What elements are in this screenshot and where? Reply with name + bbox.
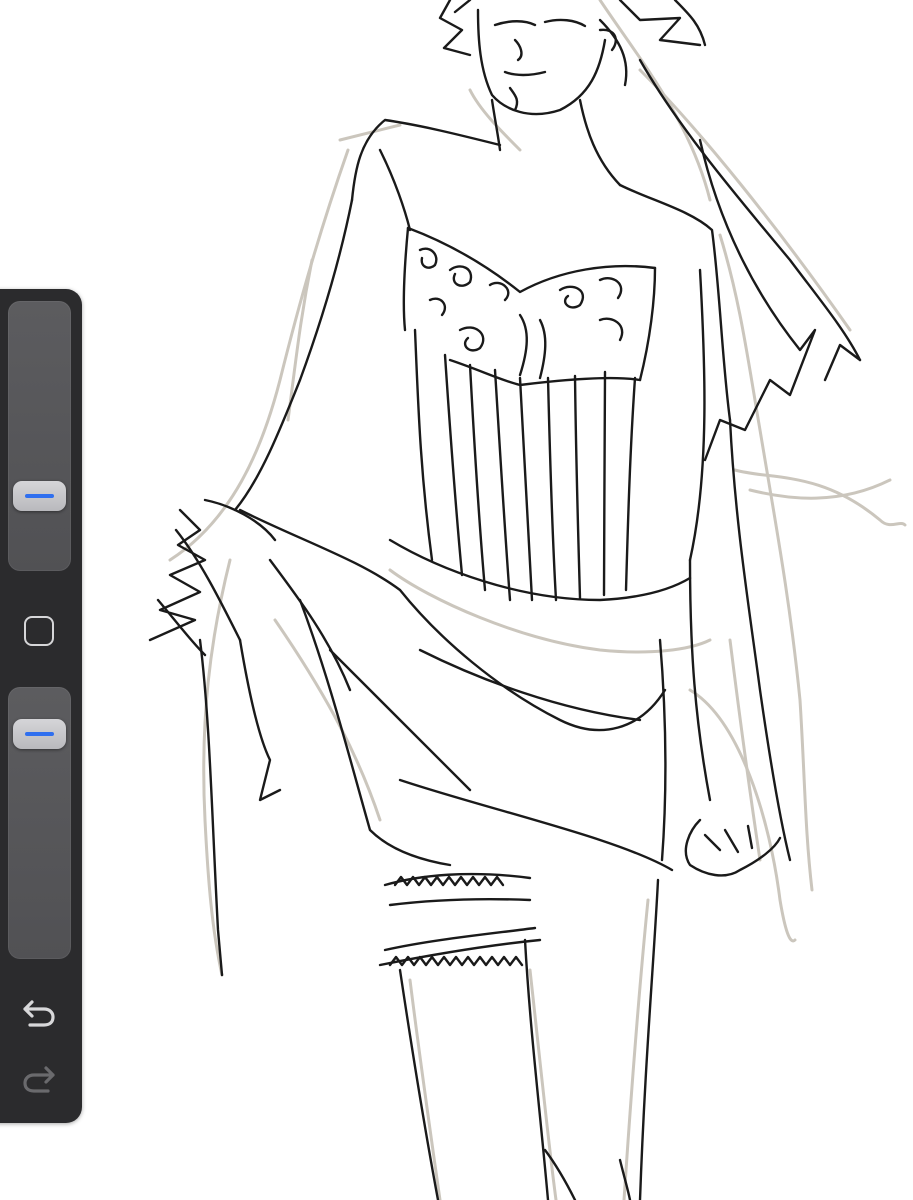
opacity-slider-thumb[interactable] bbox=[13, 719, 66, 749]
redo-button[interactable] bbox=[19, 1059, 59, 1099]
brush-size-thumb-indicator bbox=[25, 494, 54, 498]
undo-arrow-icon bbox=[23, 1000, 55, 1027]
drawing-canvas[interactable] bbox=[0, 0, 913, 1200]
square-outline-icon bbox=[24, 616, 54, 646]
opacity-slider[interactable] bbox=[8, 687, 71, 959]
redo-arrow-icon bbox=[23, 1066, 55, 1093]
modify-button[interactable] bbox=[19, 611, 59, 651]
ink-lineart-layer bbox=[148, 0, 862, 1200]
brush-size-slider[interactable] bbox=[8, 301, 71, 571]
procreate-app bbox=[0, 0, 913, 1200]
canvas-artwork bbox=[148, 0, 907, 1200]
opacity-thumb-indicator bbox=[25, 732, 54, 736]
brush-sidebar bbox=[0, 289, 82, 1123]
opacity-label bbox=[8, 687, 9, 688]
brush-size-label bbox=[8, 301, 9, 302]
brush-size-slider-thumb[interactable] bbox=[13, 481, 66, 511]
undo-button[interactable] bbox=[19, 993, 59, 1033]
sketch-underlay-layer bbox=[168, 0, 907, 1200]
